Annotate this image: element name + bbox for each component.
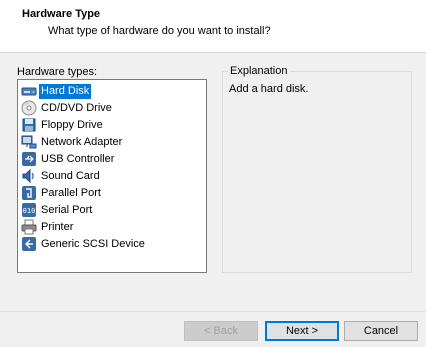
page-subtitle: What type of hardware do you want to ins… (48, 25, 271, 37)
list-item-cd-dvd-drive[interactable]: CD/DVD Drive (21, 100, 114, 116)
serial-port-icon: 010 (21, 202, 37, 218)
explanation-title: Explanation (228, 65, 290, 77)
cancel-button[interactable]: Cancel (344, 321, 418, 341)
next-button[interactable]: Next > (265, 321, 339, 341)
page-title: Hardware Type (22, 8, 101, 20)
scsi-icon (21, 236, 37, 252)
explanation-group: Explanation Add a hard disk. (222, 65, 412, 273)
list-item-serial-port[interactable]: 010 Serial Port (21, 202, 94, 218)
svg-text:010: 010 (23, 207, 36, 215)
sound-card-icon (21, 168, 37, 184)
network-adapter-icon (21, 134, 37, 150)
back-button[interactable]: < Back (184, 321, 258, 341)
floppy-icon (21, 117, 37, 133)
button-separator (0, 311, 426, 312)
explanation-text: Add a hard disk. (229, 83, 309, 95)
printer-icon (21, 219, 37, 235)
wizard-header: Hardware Type What type of hardware do y… (0, 0, 426, 53)
hard-disk-icon (21, 83, 37, 99)
list-item-printer[interactable]: Printer (21, 219, 75, 235)
list-item-usb-controller[interactable]: USB Controller (21, 151, 116, 167)
cd-dvd-icon (21, 100, 37, 116)
list-item-parallel-port[interactable]: Parallel Port (21, 185, 103, 201)
list-item-hard-disk[interactable]: Hard Disk (21, 83, 92, 99)
list-item-sound-card[interactable]: Sound Card (21, 168, 102, 184)
list-item-network-adapter[interactable]: Network Adapter (21, 134, 124, 150)
parallel-port-icon (21, 185, 37, 201)
list-item-floppy-drive[interactable]: Floppy Drive (21, 117, 105, 133)
hardware-types-list[interactable]: Hard Disk CD/DVD Drive Floppy Drive Netw… (17, 79, 207, 273)
list-item-generic-scsi-device[interactable]: Generic SCSI Device (21, 236, 147, 252)
usb-icon (21, 151, 37, 167)
hardware-types-label: Hardware types: (17, 66, 98, 78)
